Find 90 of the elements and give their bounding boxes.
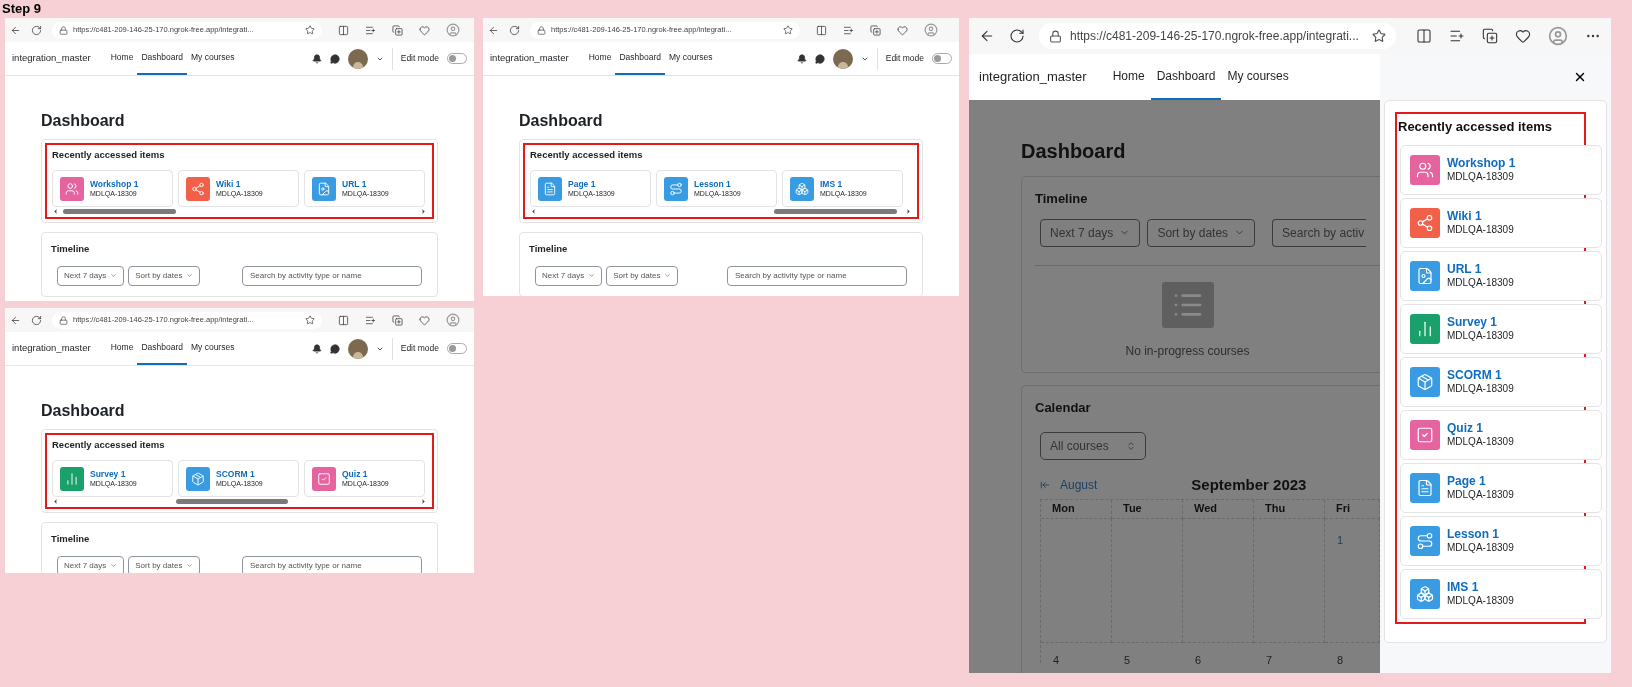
weekday-header: Thu xyxy=(1254,500,1325,519)
day-number[interactable]: 5 xyxy=(1124,654,1131,666)
nav-link[interactable]: Home xyxy=(584,42,616,75)
day-number[interactable]: 8 xyxy=(1337,654,1344,666)
activity-card[interactable]: Workshop 1 MDLQA-18309 xyxy=(1400,144,1602,195)
section-title: Recently accessed items xyxy=(1397,118,1553,136)
nav-link[interactable]: Home xyxy=(106,332,138,365)
page-heading: Dashboard xyxy=(41,401,126,421)
empty-message: No in-progress courses xyxy=(1125,342,1250,360)
filter-dropdown[interactable]: Next 7 days xyxy=(535,265,603,286)
course-code: MDLQA-18309 xyxy=(1447,435,1514,448)
address-bar[interactable]: https://c481-209-146-25-170.ngrok-free.app/integrati... xyxy=(1039,23,1396,49)
filter-dropdown[interactable]: Sort by dates xyxy=(128,265,201,286)
activity-name[interactable]: Survey 1 xyxy=(90,469,137,480)
month-title: September 2023 xyxy=(1191,474,1307,495)
activity-name[interactable]: Workshop 1 xyxy=(90,179,139,190)
day-number[interactable]: 6 xyxy=(1195,654,1202,666)
url-text: https://c481-209-146-25-170.ngrok-free.app/integrati... xyxy=(1070,28,1360,45)
search-field[interactable]: Search by activity type or name xyxy=(242,555,422,573)
filter-dropdown[interactable]: Next 7 days xyxy=(57,265,125,286)
activity-name[interactable]: URL 1 xyxy=(342,179,389,190)
section-title: Calendar xyxy=(1035,399,1092,417)
edit-mode-label: Edit mode xyxy=(400,342,439,355)
activity-name[interactable]: Quiz 1 xyxy=(1447,421,1514,436)
activity-card[interactable]: URL 1 MDLQA-18309 xyxy=(1400,250,1602,301)
nav-link[interactable]: My courses xyxy=(186,42,239,75)
activity-name[interactable]: Workshop 1 xyxy=(1447,156,1516,171)
search-field[interactable]: Search by activity type or name xyxy=(242,265,422,286)
activity-name[interactable]: Page 1 xyxy=(568,179,615,190)
weekday-header: Wed xyxy=(1183,500,1254,519)
edit-mode-label: Edit mode xyxy=(885,52,924,65)
activity-card[interactable]: Quiz 1 MDLQA-18309 xyxy=(1400,409,1602,460)
filter-dropdown[interactable]: Sort by dates xyxy=(606,265,679,286)
nav-link[interactable]: Dashboard xyxy=(615,42,665,75)
course-code: MDLQA-18309 xyxy=(1447,223,1514,236)
nav-link[interactable]: Dashboard xyxy=(137,42,187,75)
nav-link[interactable]: Home xyxy=(1106,54,1151,100)
activity-name[interactable]: Lesson 1 xyxy=(694,179,741,190)
activity-name[interactable]: Page 1 xyxy=(1447,474,1514,489)
day-number[interactable]: 4 xyxy=(1053,654,1060,666)
section-title: Timeline xyxy=(51,532,91,547)
course-code: MDLQA-18309 xyxy=(1447,382,1514,395)
activity-card[interactable]: Wiki 1 MDLQA-18309 xyxy=(1400,197,1602,248)
course-code: MDLQA-18309 xyxy=(1447,170,1515,183)
activity-card[interactable]: Page 1 MDLQA-18309 xyxy=(1400,462,1602,513)
activity-name[interactable]: IMS 1 xyxy=(1447,580,1514,595)
activity-name[interactable]: SCORM 1 xyxy=(1447,368,1514,383)
section-title: Timeline xyxy=(51,242,91,257)
activity-name[interactable]: Quiz 1 xyxy=(342,469,389,480)
site-name[interactable]: integration_master xyxy=(12,341,91,356)
section-title: Recently accessed items xyxy=(52,148,166,162)
course-code: MDLQA-18309 xyxy=(1447,594,1514,607)
edit-mode-label: Edit mode xyxy=(400,52,439,65)
activity-card[interactable]: IMS 1 MDLQA-18309 xyxy=(1400,568,1602,619)
activity-card[interactable]: SCORM 1 MDLQA-18309 xyxy=(1400,356,1602,407)
search-field[interactable]: Search by activity type or name xyxy=(727,265,907,286)
site-name[interactable]: integration_master xyxy=(490,51,569,66)
nav-link[interactable]: Home xyxy=(106,42,138,75)
activity-name[interactable]: Survey 1 xyxy=(1447,315,1514,330)
activity-name[interactable]: Lesson 1 xyxy=(1447,527,1514,542)
activity-name[interactable]: IMS 1 xyxy=(820,179,867,190)
section-title: Recently accessed items xyxy=(530,148,644,162)
nav-link[interactable]: My courses xyxy=(1221,54,1295,100)
page-heading: Dashboard xyxy=(41,111,126,131)
page-heading: Dashboard xyxy=(519,111,604,131)
activity-name[interactable]: Wiki 1 xyxy=(1447,209,1514,224)
site-name[interactable]: integration_master xyxy=(979,67,1087,87)
course-code: MDLQA-18309 xyxy=(1447,488,1514,501)
section-title: Recently accessed items xyxy=(52,438,166,452)
section-title: Timeline xyxy=(529,242,569,257)
weekday-header: Mon xyxy=(1041,500,1112,519)
activity-name[interactable]: URL 1 xyxy=(1447,262,1514,277)
nav-link[interactable]: My courses xyxy=(664,42,717,75)
nav-link[interactable]: Dashboard xyxy=(137,332,187,365)
course-code: MDLQA-18309 xyxy=(1447,329,1514,342)
filter-dropdown[interactable]: Sort by dates xyxy=(128,555,201,573)
activity-name[interactable]: Wiki 1 xyxy=(216,179,263,190)
nav-link[interactable]: My courses xyxy=(186,332,239,365)
course-code: MDLQA-18309 xyxy=(1447,541,1514,554)
page-heading: Dashboard xyxy=(1021,139,1127,164)
step-label: Step 9 xyxy=(1,0,42,18)
weekday-header: Tue xyxy=(1112,500,1183,519)
course-code: MDLQA-18309 xyxy=(1447,276,1514,289)
day-number[interactable]: 7 xyxy=(1266,654,1273,666)
activity-card[interactable]: Survey 1 MDLQA-18309 xyxy=(1400,303,1602,354)
section-title: Timeline xyxy=(1035,190,1089,208)
activity-card[interactable]: Lesson 1 MDLQA-18309 xyxy=(1400,515,1602,566)
filter-dropdown[interactable]: Next 7 days xyxy=(57,555,125,573)
site-name[interactable]: integration_master xyxy=(12,51,91,66)
activity-name[interactable]: SCORM 1 xyxy=(216,469,263,480)
